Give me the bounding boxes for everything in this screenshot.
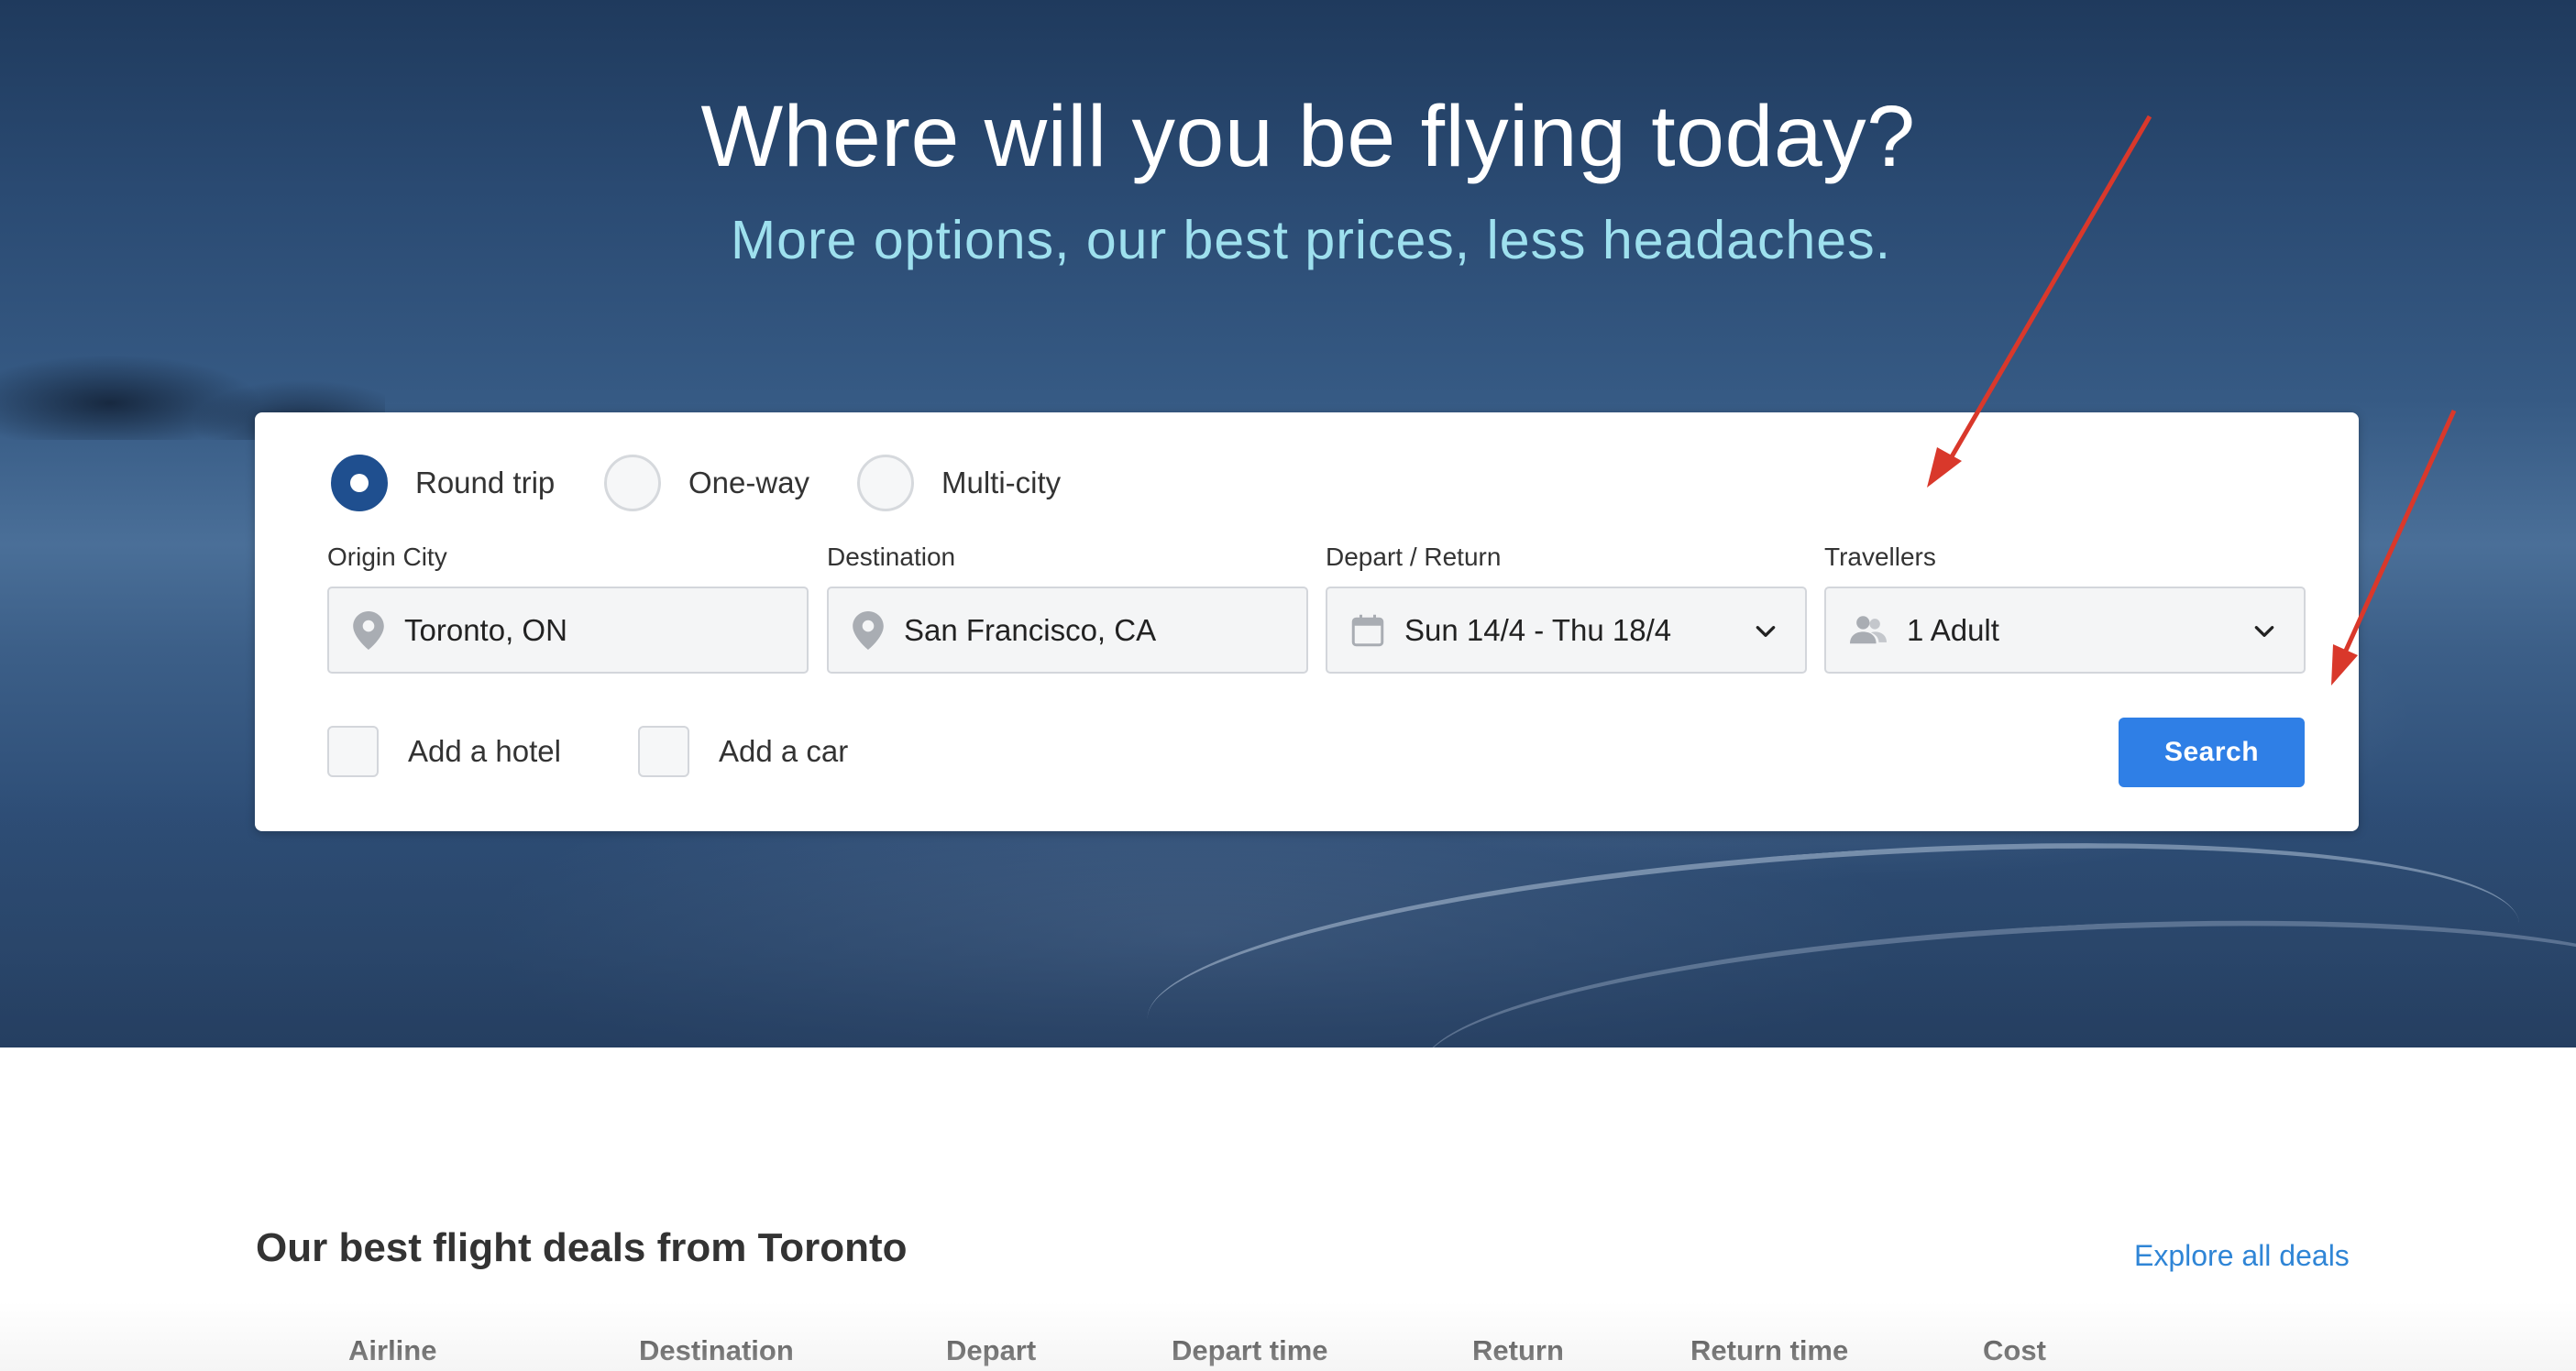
travellers-value: 1 Adult	[1907, 612, 1999, 647]
column-header-destination[interactable]: Destination	[639, 1334, 794, 1367]
deals-section-title: Our best flight deals from Toronto	[256, 1225, 908, 1270]
origin-city-label: Origin City	[327, 543, 447, 571]
add-car-checkbox[interactable]	[638, 726, 689, 777]
trip-type-one-way[interactable]: One-way	[604, 455, 809, 511]
radio-multi-city[interactable]	[857, 455, 914, 511]
trip-type-round-trip[interactable]: Round trip	[331, 455, 555, 511]
column-header-return[interactable]: Return	[1472, 1334, 1564, 1367]
column-header-return-time[interactable]: Return time	[1690, 1334, 1848, 1367]
trip-type-multi-city[interactable]: Multi-city	[857, 455, 1061, 511]
hero-title: Where will you be flying today?	[700, 88, 1916, 185]
trip-type-label: Multi-city	[941, 466, 1062, 499]
dates-label: Depart / Return	[1326, 543, 1502, 571]
calendar-icon	[1351, 614, 1384, 646]
hero-subtitle: More options, our best prices, less head…	[731, 210, 1891, 270]
add-hotel-option[interactable]: Add a hotel	[327, 726, 561, 777]
column-header-cost[interactable]: Cost	[1983, 1334, 2046, 1367]
location-pin-icon	[853, 610, 884, 650]
add-car-option[interactable]: Add a car	[638, 726, 848, 777]
explore-all-deals-link[interactable]: Explore all deals	[2134, 1239, 2350, 1273]
flight-search-card: Round trip One-way Multi-city Origin Cit…	[255, 412, 2359, 831]
origin-city-value: Toronto, ON	[404, 612, 567, 647]
chevron-down-icon	[2254, 626, 2274, 637]
dates-field[interactable]: Sun 14/4 - Thu 18/4	[1326, 587, 1807, 674]
destination-label: Destination	[827, 543, 956, 571]
travellers-label: Travellers	[1824, 543, 1936, 571]
column-header-depart-time[interactable]: Depart time	[1172, 1334, 1328, 1367]
trip-type-label: One-way	[688, 466, 810, 499]
destination-field[interactable]: San Francisco, CA	[827, 587, 1308, 674]
dates-value: Sun 14/4 - Thu 18/4	[1404, 612, 1672, 647]
people-icon	[1850, 615, 1887, 643]
column-header-airline[interactable]: Airline	[348, 1334, 436, 1367]
add-hotel-label: Add a hotel	[408, 734, 561, 768]
add-hotel-checkbox[interactable]	[327, 726, 379, 777]
destination-value: San Francisco, CA	[904, 612, 1157, 647]
travellers-field[interactable]: 1 Adult	[1824, 587, 2306, 674]
location-pin-icon	[353, 610, 384, 650]
chevron-down-icon	[1756, 626, 1776, 637]
radio-one-way[interactable]	[604, 455, 661, 511]
add-car-label: Add a car	[719, 734, 849, 768]
radio-round-trip[interactable]	[331, 455, 388, 511]
origin-city-field[interactable]: Toronto, ON	[327, 587, 809, 674]
search-button[interactable]: Search	[2119, 718, 2305, 787]
trip-type-label: Round trip	[415, 466, 556, 499]
column-header-depart[interactable]: Depart	[946, 1334, 1036, 1367]
hero-banner: Where will you be flying today? More opt…	[0, 0, 2576, 1047]
